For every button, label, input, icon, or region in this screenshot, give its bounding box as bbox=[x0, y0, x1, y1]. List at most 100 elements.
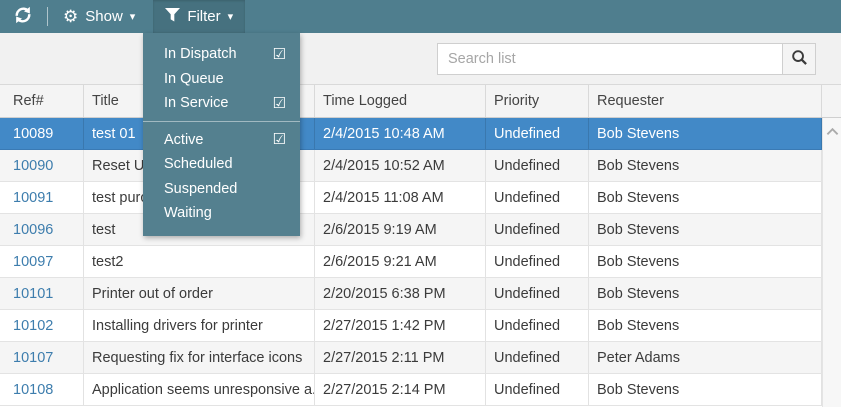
title-cell: Requesting fix for interface icons bbox=[84, 342, 315, 373]
requester-cell: Bob Stevens bbox=[589, 278, 822, 309]
search-button[interactable] bbox=[782, 43, 816, 75]
ref-cell: 10107 bbox=[0, 342, 84, 373]
title-cell: test2 bbox=[84, 246, 315, 277]
table-row[interactable]: 10101 Printer out of order 2/20/2015 6:3… bbox=[0, 278, 841, 310]
filter-menu-state-group: Active ☑ Scheduled Suspended Waiting bbox=[143, 128, 300, 226]
requester-cell: Bob Stevens bbox=[589, 182, 822, 213]
filter-menu-item-label: In Queue bbox=[164, 70, 224, 87]
time-logged-cell: 2/6/2015 9:19 AM bbox=[315, 214, 486, 245]
priority-cell: Undefined bbox=[486, 118, 589, 149]
requester-cell: Bob Stevens bbox=[589, 118, 822, 149]
time-logged-cell: 2/20/2015 6:38 PM bbox=[315, 278, 486, 309]
filter-menu-item-label: Suspended bbox=[164, 180, 238, 197]
requester-cell: Bob Stevens bbox=[589, 246, 822, 277]
filter-menu-item-label: Waiting bbox=[164, 205, 212, 222]
search-input[interactable] bbox=[437, 43, 783, 75]
chevron-up-icon bbox=[826, 124, 839, 139]
time-logged-cell: 2/4/2015 10:48 AM bbox=[315, 118, 486, 149]
ref-link[interactable]: 10090 bbox=[13, 158, 53, 174]
column-header-priority[interactable]: Priority bbox=[486, 85, 589, 117]
filter-menu-item[interactable]: In Queue bbox=[143, 67, 300, 92]
column-header-spacer bbox=[822, 85, 841, 117]
table-header-row: Ref# Title Time Logged Priority Requeste… bbox=[0, 85, 841, 118]
time-logged-cell: 2/4/2015 11:08 AM bbox=[315, 182, 486, 213]
checked-checkbox-icon: ☑ bbox=[272, 94, 286, 112]
ref-link[interactable]: 10097 bbox=[13, 254, 53, 270]
ticket-table: Ref# Title Time Logged Priority Requeste… bbox=[0, 85, 841, 406]
menu-divider bbox=[143, 120, 300, 122]
ref-link[interactable]: 10101 bbox=[13, 286, 53, 302]
filter-menu-item[interactable]: Suspended bbox=[143, 177, 300, 202]
table-row[interactable]: 10096 test 2/6/2015 9:19 AM Undefined Bo… bbox=[0, 214, 841, 246]
time-logged-cell: 2/4/2015 10:52 AM bbox=[315, 150, 486, 181]
ref-link[interactable]: 10089 bbox=[13, 126, 53, 142]
filter-menu-item[interactable]: Waiting bbox=[143, 201, 300, 226]
priority-cell: Undefined bbox=[486, 150, 589, 181]
show-button[interactable]: ⚙ Show ▾ bbox=[51, 0, 147, 33]
priority-cell: Undefined bbox=[486, 310, 589, 341]
title-cell: Printer out of order bbox=[84, 278, 315, 309]
ref-cell: 10101 bbox=[0, 278, 84, 309]
table-body: 10089 test 01 2/4/2015 10:48 AM Undefine… bbox=[0, 118, 841, 406]
search-bar-row bbox=[0, 33, 841, 85]
time-logged-cell: 2/6/2015 9:21 AM bbox=[315, 246, 486, 277]
ref-cell: 10091 bbox=[0, 182, 84, 213]
table-row[interactable]: 10102 Installing drivers for printer 2/2… bbox=[0, 310, 841, 342]
column-header-time-logged[interactable]: Time Logged bbox=[315, 85, 486, 117]
filter-menu-item[interactable]: In Service ☑ bbox=[143, 91, 300, 116]
refresh-button[interactable] bbox=[2, 0, 44, 33]
checked-checkbox-icon: ☑ bbox=[272, 45, 286, 63]
filter-menu-status-group: In Dispatch ☑ In Queue In Service ☑ bbox=[143, 42, 300, 116]
filter-menu-item[interactable]: Scheduled bbox=[143, 152, 300, 177]
toolbar: ⚙ Show ▾ Filter ▾ bbox=[0, 0, 841, 33]
priority-cell: Undefined bbox=[486, 374, 589, 405]
requester-cell: Bob Stevens bbox=[589, 374, 822, 405]
requester-cell: Bob Stevens bbox=[589, 214, 822, 245]
filter-dropdown-menu: In Dispatch ☑ In Queue In Service ☑ Acti… bbox=[143, 33, 300, 236]
table-row[interactable]: 10089 test 01 2/4/2015 10:48 AM Undefine… bbox=[0, 118, 841, 150]
priority-cell: Undefined bbox=[486, 182, 589, 213]
priority-cell: Undefined bbox=[486, 342, 589, 373]
requester-cell: Peter Adams bbox=[589, 342, 822, 373]
table-row[interactable]: 10091 test purc 2/4/2015 11:08 AM Undefi… bbox=[0, 182, 841, 214]
priority-cell: Undefined bbox=[486, 278, 589, 309]
ref-link[interactable]: 10108 bbox=[13, 382, 53, 398]
requester-cell: Bob Stevens bbox=[589, 150, 822, 181]
table-row[interactable]: 10108 Application seems unresponsive a..… bbox=[0, 374, 841, 406]
time-logged-cell: 2/27/2015 2:14 PM bbox=[315, 374, 486, 405]
filter-menu-item[interactable]: In Dispatch ☑ bbox=[143, 42, 300, 67]
checked-checkbox-icon: ☑ bbox=[272, 131, 286, 149]
ref-cell: 10090 bbox=[0, 150, 84, 181]
title-cell: Installing drivers for printer bbox=[84, 310, 315, 341]
ref-link[interactable]: 10091 bbox=[13, 190, 53, 206]
search-icon bbox=[791, 49, 808, 69]
ref-link[interactable]: 10107 bbox=[13, 350, 53, 366]
filter-menu-item-label: Active bbox=[164, 131, 204, 148]
ref-cell: 10102 bbox=[0, 310, 84, 341]
vertical-scrollbar[interactable] bbox=[822, 118, 841, 407]
filter-menu-item[interactable]: Active ☑ bbox=[143, 128, 300, 153]
funnel-icon bbox=[165, 7, 181, 26]
chevron-down-icon: ▾ bbox=[227, 11, 234, 23]
time-logged-cell: 2/27/2015 2:11 PM bbox=[315, 342, 486, 373]
ref-cell: 10108 bbox=[0, 374, 84, 405]
chevron-down-icon: ▾ bbox=[129, 11, 136, 23]
filter-menu-item-label: In Dispatch bbox=[164, 46, 237, 63]
gear-icon: ⚙ bbox=[63, 7, 79, 26]
scroll-up-button[interactable] bbox=[823, 118, 841, 144]
priority-cell: Undefined bbox=[486, 214, 589, 245]
ref-link[interactable]: 10096 bbox=[13, 222, 53, 238]
filter-menu-item-label: In Service bbox=[164, 95, 229, 112]
filter-button-label: Filter bbox=[187, 8, 221, 25]
show-button-label: Show bbox=[85, 8, 123, 25]
table-row[interactable]: 10090 Reset Us 2/4/2015 10:52 AM Undefin… bbox=[0, 150, 841, 182]
ref-link[interactable]: 10102 bbox=[13, 318, 53, 334]
filter-button[interactable]: Filter ▾ bbox=[153, 0, 246, 33]
table-row[interactable]: 10097 test2 2/6/2015 9:21 AM Undefined B… bbox=[0, 246, 841, 278]
column-header-ref[interactable]: Ref# bbox=[0, 85, 84, 117]
priority-cell: Undefined bbox=[486, 246, 589, 277]
table-row[interactable]: 10107 Requesting fix for interface icons… bbox=[0, 342, 841, 374]
ref-cell: 10096 bbox=[0, 214, 84, 245]
ref-cell: 10089 bbox=[0, 118, 84, 149]
column-header-requester[interactable]: Requester bbox=[589, 85, 822, 117]
